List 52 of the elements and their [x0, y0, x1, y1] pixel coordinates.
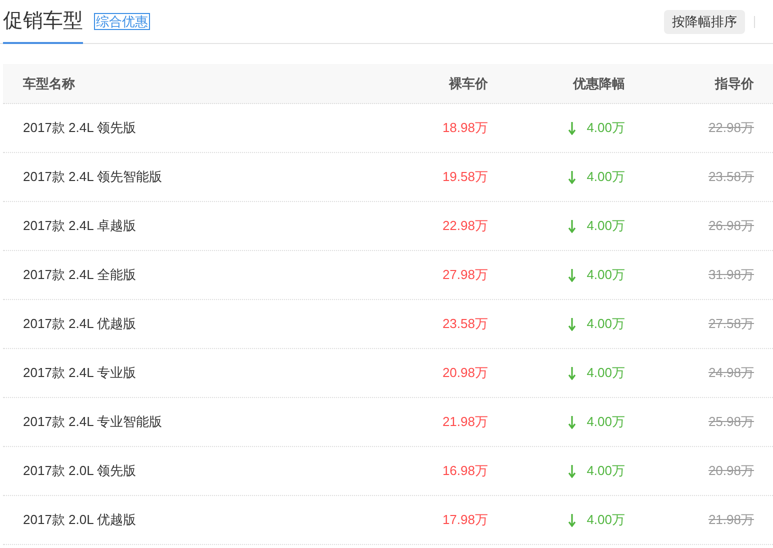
table-cell-text: 27.58万 — [707, 315, 754, 334]
table-cell-text: 4.00万 — [586, 364, 625, 382]
arrow-down-icon — [568, 318, 576, 330]
sort-button[interactable]: 按降幅排序 — [664, 10, 745, 34]
arrow-down-icon — [568, 220, 576, 232]
arrow-down-icon — [568, 366, 576, 380]
arrow-down-icon — [568, 464, 576, 478]
column-header: 裸车价 — [448, 74, 488, 93]
table-cell-text: 2017款 2.4L 专业版 — [22, 364, 137, 382]
table-cell-text: 2017款 2.4L 领先智能版 — [22, 168, 163, 186]
table-cell-text: 27.98万 — [441, 266, 488, 284]
table-cell-text: 4.00万 — [586, 413, 625, 432]
table-cell-text: 2017款 2.0L 优越版 — [22, 511, 137, 530]
table-cell-text: 2017款 2.4L 领先版 — [22, 119, 137, 138]
table-cell-text: 24.98万 — [707, 364, 754, 382]
table-cell-text: 23.58万 — [707, 168, 754, 186]
arrow-down-icon — [568, 268, 576, 282]
arrow-down-icon — [568, 416, 576, 428]
table-cell-text: 4.00万 — [586, 119, 625, 138]
table-cell-text: 21.98万 — [707, 511, 754, 530]
table-cell-text: 2017款 2.4L 全能版 — [22, 266, 137, 284]
table-cell-text: 4.00万 — [586, 168, 625, 186]
table-cell-text: 4.00万 — [586, 511, 625, 530]
table-cell-text: 17.98万 — [441, 511, 488, 530]
column-header: 优惠降幅 — [572, 74, 625, 93]
table-cell-text: 2017款 2.4L 卓越版 — [22, 217, 137, 236]
table-cell-text: 4.00万 — [586, 462, 625, 480]
column-header: 指导价 — [714, 74, 754, 93]
arrow-down-icon — [568, 122, 576, 134]
table-cell-text: 25.98万 — [707, 413, 754, 432]
table-cell-text: 4.00万 — [586, 217, 625, 236]
table-cell-text: 4.00万 — [586, 266, 625, 284]
table-cell-text: 2017款 2.0L 领先版 — [22, 462, 137, 480]
table-cell-text: 31.98万 — [707, 266, 754, 284]
table-cell-text: 16.98万 — [441, 462, 488, 480]
promo-tag: 综合优惠 — [94, 13, 150, 30]
arrow-down-icon — [568, 170, 576, 184]
arrow-down-icon — [568, 514, 576, 526]
tab[interactable]: 促销车型 — [3, 0, 83, 44]
table-cell-text: 21.98万 — [441, 413, 488, 432]
table-cell-text: 23.58万 — [441, 315, 488, 334]
table-cell-text: 19.58万 — [441, 168, 488, 186]
table-cell-text: 20.98万 — [707, 462, 754, 480]
table-cell-text: 2017款 2.4L 专业智能版 — [22, 413, 163, 432]
table-cell-text: 2017款 2.4L 优越版 — [22, 315, 137, 334]
table-cell-text: 22.98万 — [707, 119, 754, 138]
table-cell-text: 4.00万 — [586, 315, 625, 334]
table-cell-text: 26.98万 — [707, 217, 754, 236]
table-cell-text: 20.98万 — [441, 364, 488, 382]
table-cell-text: 18.98万 — [441, 119, 488, 138]
table-cell-text: 22.98万 — [441, 217, 488, 236]
column-header: 车型名称 — [22, 74, 76, 93]
